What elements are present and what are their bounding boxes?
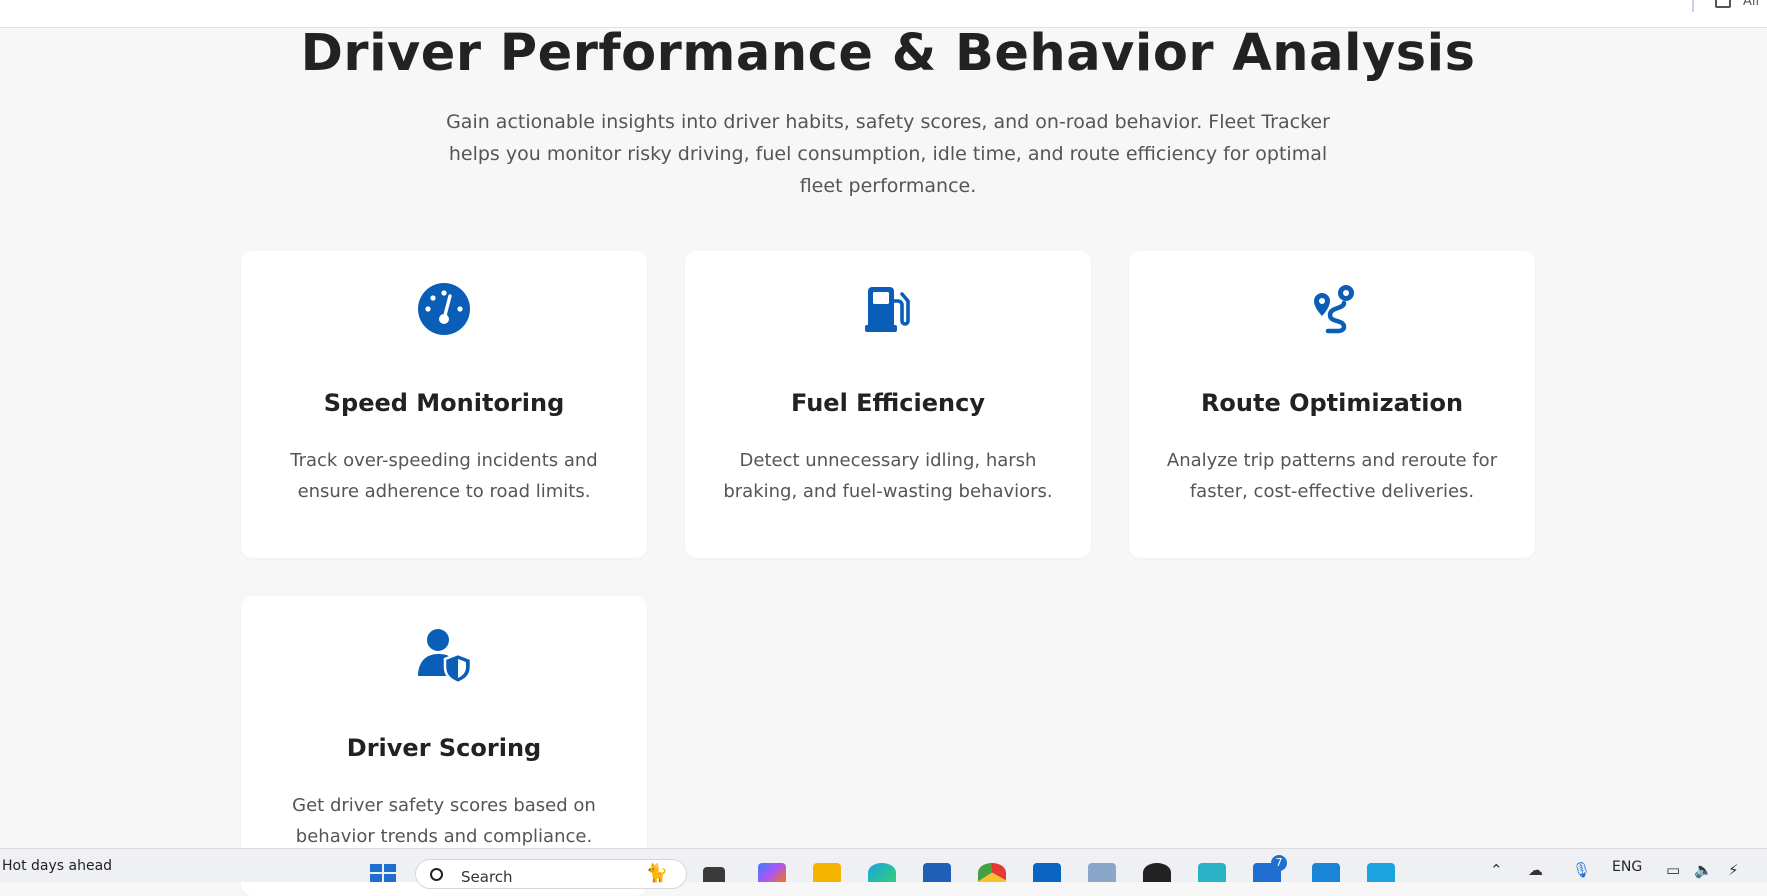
feature-title: Driver Scoring <box>346 734 542 762</box>
taskbar-search[interactable]: Search 🐈 <box>415 859 687 889</box>
vscode-icon[interactable] <box>1312 863 1340 882</box>
windows-taskbar: Hot days ahead Search 🐈 7 ⌃ ☁ 🎙 ENG ▭ 🔈 … <box>0 848 1767 889</box>
windows-start-icon[interactable] <box>370 864 396 882</box>
feature-description: Track over-speeding incidents and ensure… <box>290 450 598 502</box>
speedometer-icon <box>241 281 647 341</box>
search-placeholder: Search <box>461 868 513 886</box>
battery-icon[interactable]: ⚡ <box>1728 861 1739 879</box>
chatgpt-icon[interactable] <box>1143 863 1171 882</box>
feature-card-route-optimization: Route Optimization Analyze trip patterns… <box>1129 251 1535 558</box>
chevron-up-icon[interactable]: ⌃ <box>1490 861 1503 879</box>
page-title: Driver Performance & Behavior Analysis <box>300 24 1476 83</box>
feature-description: Get driver safety scores based on behavi… <box>292 795 596 847</box>
route-icon <box>1129 281 1535 341</box>
edge-icon[interactable] <box>868 863 896 882</box>
mail-icon[interactable] <box>1088 863 1116 882</box>
gas-pump-icon <box>685 281 1091 341</box>
page-intro: Gain actionable insights into driver hab… <box>446 111 1330 197</box>
recorder-icon[interactable] <box>1198 863 1226 882</box>
microphone-icon[interactable]: 🎙 <box>1572 861 1591 879</box>
network-icon[interactable]: ▭ <box>1666 861 1680 879</box>
feature-card-fuel-efficiency: Fuel Efficiency Detect unnecessary idlin… <box>685 251 1091 558</box>
feature-description: Detect unnecessary idling, harsh braking… <box>723 450 1053 502</box>
search-icon <box>430 868 443 881</box>
toolbar-divider <box>1692 0 1694 12</box>
task-view-icon[interactable] <box>703 867 725 882</box>
file-explorer-icon[interactable] <box>813 863 841 882</box>
feature-title: Route Optimization <box>1200 389 1464 417</box>
feature-title: Fuel Efficiency <box>791 389 985 417</box>
bookmarks-folder-icon[interactable] <box>1715 0 1731 8</box>
copilot-icon[interactable] <box>758 863 786 882</box>
outlook-icon[interactable] <box>1033 863 1061 882</box>
language-indicator[interactable]: ENG <box>1612 859 1642 875</box>
notification-badge: 7 <box>1271 855 1287 871</box>
volume-icon[interactable]: 🔈 <box>1694 861 1713 879</box>
weather-widget[interactable]: Hot days ahead <box>2 858 112 874</box>
feature-description: Analyze trip patterns and reroute for fa… <box>1166 450 1498 502</box>
onedrive-icon[interactable]: ☁ <box>1528 861 1543 879</box>
notepad-icon[interactable] <box>1367 863 1395 882</box>
user-shield-icon <box>241 626 647 686</box>
all-bookmarks-label[interactable]: All <box>1743 0 1759 9</box>
chrome-icon[interactable] <box>978 863 1006 882</box>
feature-title: Speed Monitoring <box>323 389 565 417</box>
store-icon[interactable] <box>923 863 951 882</box>
feature-card-speed-monitoring: Speed Monitoring Track over-speeding inc… <box>241 251 647 558</box>
